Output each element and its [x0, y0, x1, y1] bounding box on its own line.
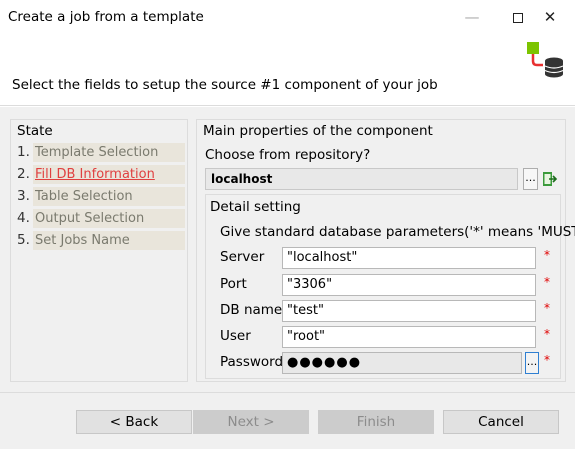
- dbname-label: DB name: [220, 302, 283, 318]
- user-row: User "root" *: [220, 326, 556, 348]
- user-label: User: [220, 328, 251, 344]
- detail-description: Give standard database parameters('*' me…: [220, 224, 575, 240]
- password-input[interactable]: ●●●●●●: [282, 352, 522, 374]
- port-row: Port "3306" *: [220, 274, 556, 296]
- user-input[interactable]: "root": [282, 326, 536, 348]
- step-number: 4.: [17, 210, 30, 226]
- detail-setting-panel: Detail setting Give standard database pa…: [205, 194, 575, 379]
- step-output-selection: 4. Output Selection: [17, 209, 185, 228]
- main-properties-title: Main properties of the component: [203, 123, 433, 139]
- server-label: Server: [220, 249, 265, 265]
- server-row: Server "localhost" *: [220, 247, 556, 269]
- step-number: 5.: [17, 232, 30, 248]
- wizard-subtitle: Select the fields to setup the source #1…: [12, 77, 438, 93]
- step-label: Template Selection: [33, 143, 185, 162]
- step-template-selection: 1. Template Selection: [17, 143, 185, 162]
- back-button[interactable]: < Back: [76, 410, 192, 434]
- state-title: State: [17, 123, 53, 139]
- main-properties-panel: Main properties of the component Choose …: [196, 119, 575, 382]
- dbname-row: DB name "test" *: [220, 300, 556, 322]
- finish-button[interactable]: Finish: [318, 410, 434, 434]
- title-bar: Create a job from a template — ✕: [0, 0, 575, 34]
- step-set-jobs-name: 5. Set Jobs Name: [17, 231, 185, 250]
- step-number: 3.: [17, 188, 30, 204]
- step-label: Table Selection: [33, 187, 185, 206]
- dbname-input[interactable]: "test": [282, 300, 536, 322]
- required-marker: *: [544, 301, 550, 315]
- wizard-header: Select the fields to setup the source #1…: [0, 34, 575, 106]
- next-button[interactable]: Next >: [193, 410, 309, 434]
- step-table-selection: 3. Table Selection: [17, 187, 185, 206]
- required-marker: *: [544, 275, 550, 289]
- close-button[interactable]: ✕: [527, 0, 573, 34]
- step-number: 2.: [17, 166, 30, 182]
- server-input[interactable]: "localhost": [282, 247, 536, 269]
- repository-field[interactable]: localhost: [205, 168, 518, 190]
- wizard-footer: < Back Next > Finish Cancel: [0, 392, 575, 449]
- required-marker: *: [544, 248, 550, 262]
- password-row: Password ●●●●●● ... *: [220, 352, 556, 374]
- required-marker: *: [544, 353, 550, 367]
- port-label: Port: [220, 276, 247, 292]
- step-label-active: Fill DB Information: [33, 165, 185, 184]
- step-label: Output Selection: [33, 209, 185, 228]
- minimize-button[interactable]: —: [449, 0, 495, 34]
- maximize-icon: [513, 12, 523, 23]
- import-repository-icon[interactable]: [542, 170, 558, 188]
- port-input[interactable]: "3306": [282, 274, 536, 296]
- repository-label: Choose from repository?: [205, 147, 371, 163]
- cancel-button[interactable]: Cancel: [443, 410, 559, 434]
- window-title: Create a job from a template: [8, 9, 204, 25]
- database-wizard-logo-icon: [527, 42, 564, 78]
- password-edit-button[interactable]: ...: [525, 352, 539, 374]
- step-label: Set Jobs Name: [33, 231, 185, 250]
- required-marker: *: [544, 327, 550, 341]
- state-panel: State 1. Template Selection 2. Fill DB I…: [10, 119, 188, 382]
- repository-browse-button[interactable]: ...: [523, 168, 538, 190]
- detail-setting-title: Detail setting: [210, 199, 301, 215]
- step-fill-db-information: 2. Fill DB Information: [17, 165, 185, 184]
- wizard-body: State 1. Template Selection 2. Fill DB I…: [0, 107, 575, 392]
- step-number: 1.: [17, 144, 30, 160]
- password-label: Password: [220, 354, 284, 370]
